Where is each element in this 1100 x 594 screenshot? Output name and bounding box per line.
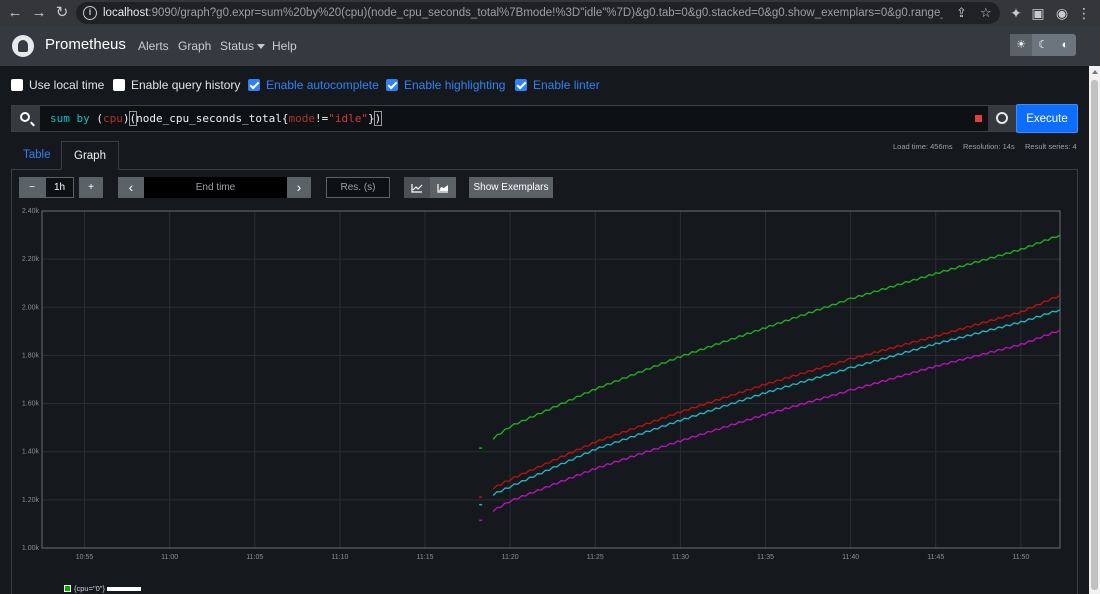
tab-graph[interactable]: Graph (61, 141, 119, 170)
checkbox-checked[interactable] (515, 79, 527, 91)
result-series: Result series: 4 (1025, 142, 1077, 151)
legend-highlight (106, 586, 141, 591)
legend-label: {cpu="0"} (74, 584, 105, 593)
reload-icon[interactable]: ↻ (51, 2, 73, 24)
site-info-icon[interactable]: i (83, 6, 97, 20)
resolution: Resolution: 14s (963, 142, 1015, 151)
resolution-input[interactable]: Res. (s) (326, 177, 390, 198)
legend-swatch (64, 585, 71, 592)
range-input[interactable]: 1h (45, 177, 74, 198)
scrollbar-thumb[interactable] (1091, 80, 1098, 590)
browser-theme-icon[interactable]: ◐ (1054, 34, 1076, 56)
checkbox-checked[interactable] (248, 79, 260, 91)
browser-menu-icon[interactable]: ⋮ (1074, 2, 1094, 24)
sidepanel-icon[interactable]: ▣ (1028, 2, 1048, 24)
page-scrollbar[interactable] (1089, 66, 1100, 594)
extensions-icon[interactable]: ✦ (1006, 2, 1026, 24)
show-exemplars-button[interactable]: Show Exemplars (469, 177, 553, 198)
line-chart-icon[interactable] (404, 177, 430, 198)
increase-range-button[interactable]: + (79, 177, 103, 198)
prev-time-button[interactable]: ‹ (118, 177, 144, 198)
profile-icon[interactable]: ◉ (1052, 2, 1072, 24)
checkbox-unchecked[interactable] (113, 79, 125, 91)
browser-toolbar: ← → ↻ i localhost:9090/graph?g0.expr=sum… (0, 0, 1100, 26)
forward-arrow-icon[interactable]: → (28, 2, 50, 24)
option-enable-highlighting[interactable]: Enable highlighting (386, 78, 505, 92)
graph-panel (11, 170, 1078, 594)
theme-switcher: ☀ ☾ ◐ (1010, 34, 1076, 56)
share-icon[interactable]: ⇪ (956, 2, 967, 24)
option-enable-query-history[interactable]: Enable query history (113, 78, 240, 92)
nav-alerts[interactable]: Alerts (138, 39, 169, 53)
tab-table[interactable]: Table (11, 141, 63, 170)
legend-item[interactable]: {cpu="0"} (64, 584, 141, 593)
next-time-button[interactable]: › (287, 177, 311, 198)
address-bar[interactable]: i localhost:9090/graph?g0.expr=sum%20by%… (76, 2, 1000, 24)
option-enable-autocomplete[interactable]: Enable autocomplete (248, 78, 379, 92)
nav-graph[interactable]: Graph (178, 39, 211, 53)
expression-text[interactable]: sum by (cpu)(node_cpu_seconds_total{mode… (50, 106, 383, 131)
light-theme-icon[interactable]: ☀ (1010, 34, 1032, 56)
linter-error-icon (975, 115, 982, 122)
metrics-explorer-icon[interactable] (988, 106, 1016, 131)
checkbox-checked[interactable] (386, 79, 398, 91)
graph-mode-toggle (404, 177, 456, 198)
checkbox-unchecked[interactable] (11, 79, 23, 91)
execute-button[interactable]: Execute (1016, 104, 1078, 133)
prometheus-logo-icon[interactable] (12, 35, 34, 57)
load-time: Load time: 456ms (893, 142, 953, 151)
navbar: Prometheus Alerts Graph Status Help (0, 26, 1100, 66)
dark-theme-icon[interactable]: ☾ (1032, 34, 1054, 56)
option-use-local-time[interactable]: Use local time (11, 78, 104, 92)
nav-status[interactable]: Status (220, 39, 266, 53)
brand-title[interactable]: Prometheus (45, 36, 126, 53)
option-enable-linter[interactable]: Enable linter (515, 78, 600, 92)
scroll-up-icon[interactable] (1092, 70, 1098, 74)
back-arrow-icon[interactable]: ← (4, 2, 26, 24)
expression-input[interactable]: sum by (cpu)(node_cpu_seconds_total{mode… (11, 105, 1078, 132)
bookmark-star-icon[interactable]: ☆ (980, 2, 992, 24)
chevron-down-icon (257, 44, 266, 50)
url-text[interactable]: localhost:9090/graph?g0.expr=sum%20by%20… (103, 2, 943, 24)
end-time-input[interactable]: End time (144, 177, 287, 198)
search-icon (12, 106, 40, 131)
stacked-chart-icon[interactable] (430, 177, 456, 198)
nav-help[interactable]: Help (272, 39, 297, 53)
decrease-range-button[interactable]: − (19, 177, 45, 198)
